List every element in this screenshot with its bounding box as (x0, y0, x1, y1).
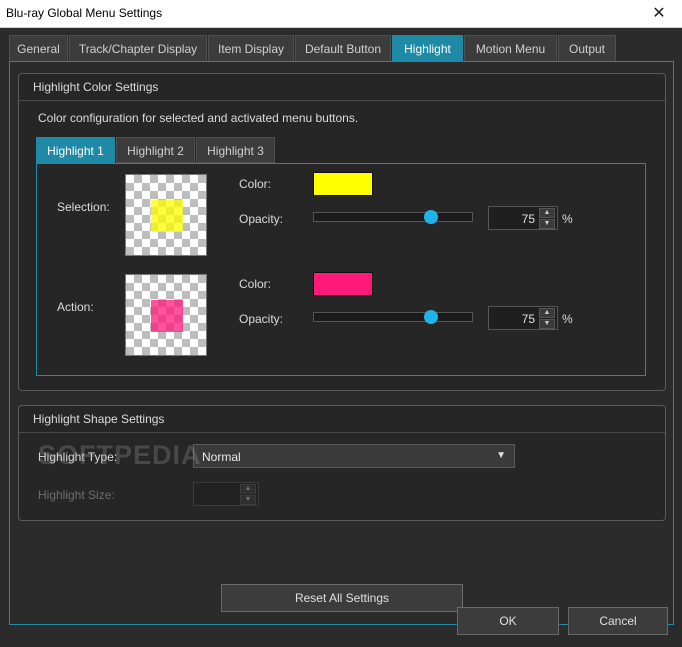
arrow-up-icon[interactable]: ▲ (539, 308, 555, 318)
tab-output[interactable]: Output (558, 35, 616, 61)
selection-opacity-slider[interactable] (313, 210, 473, 224)
action-preview-swatch (151, 300, 183, 332)
slider-thumb[interactable] (423, 310, 438, 324)
action-opacity-value[interactable]: 75 (522, 312, 535, 326)
divider (19, 100, 665, 101)
action-color-label: Color: (239, 277, 272, 291)
dialog-body: General Track/Chapter Display Item Displ… (1, 28, 681, 646)
highlight-size-label: Highlight Size: (38, 488, 115, 502)
cancel-button[interactable]: Cancel (568, 607, 668, 635)
arrow-up-icon[interactable]: ▲ (240, 484, 256, 494)
selection-label: Selection: (57, 200, 110, 214)
selection-opacity-spinbox[interactable]: 75 ▲ ▼ (488, 206, 558, 230)
action-opacity-spinbox[interactable]: 75 ▲ ▼ (488, 306, 558, 330)
chevron-down-icon[interactable]: ▼ (496, 450, 506, 461)
subtab-highlight-3[interactable]: Highlight 3 (196, 137, 275, 163)
highlight-tab-panel: Highlight Color Settings Color configura… (9, 61, 674, 625)
highlight-type-value: Normal (202, 450, 241, 464)
action-opacity-label: Opacity: (239, 312, 284, 326)
action-preview (125, 274, 207, 356)
close-icon[interactable]: ✕ (636, 0, 682, 27)
tab-default-button[interactable]: Default Button (295, 35, 391, 61)
divider (19, 432, 665, 433)
tab-motion-menu[interactable]: Motion Menu (464, 35, 557, 61)
selection-preview (125, 174, 207, 256)
selection-opacity-label: Opacity: (239, 212, 284, 226)
highlight-color-group: Highlight Color Settings Color configura… (18, 73, 666, 391)
ok-button[interactable]: OK (457, 607, 559, 635)
action-opacity-slider[interactable] (313, 310, 473, 324)
selection-opacity-value[interactable]: 75 (522, 212, 535, 226)
subtab-highlight-2[interactable]: Highlight 2 (116, 137, 195, 163)
group-title: Highlight Shape Settings (33, 412, 165, 426)
subtab-highlight-1[interactable]: Highlight 1 (36, 137, 115, 163)
slider-thumb[interactable] (423, 210, 438, 224)
group-title: Highlight Color Settings (33, 80, 159, 94)
softpedia-watermark: SOFTPEDIA (38, 440, 202, 470)
tab-general[interactable]: General (9, 35, 68, 61)
tab-highlight[interactable]: Highlight (392, 35, 463, 61)
percent-unit: % (562, 212, 573, 226)
reset-all-settings-button[interactable]: Reset All Settings (221, 584, 463, 612)
highlight-type-dropdown[interactable]: Normal ▼ (193, 444, 515, 468)
tab-track-chapter-display[interactable]: Track/Chapter Display (69, 35, 207, 61)
description-text: Color configuration for selected and act… (38, 111, 359, 125)
arrow-down-icon[interactable]: ▼ (539, 319, 555, 329)
arrow-down-icon[interactable]: ▼ (240, 495, 256, 505)
tab-item-display[interactable]: Item Display (208, 35, 294, 61)
highlight-size-spinbox[interactable]: ▲ ▼ (193, 482, 259, 506)
arrow-up-icon[interactable]: ▲ (539, 208, 555, 218)
title-bar: Blu-ray Global Menu Settings ✕ (0, 0, 682, 28)
action-color-swatch[interactable] (313, 272, 373, 296)
arrow-down-icon[interactable]: ▼ (539, 219, 555, 229)
highlight-1-panel: Selection: Color: Opacity: 75 ▲ ▼ % Acti… (36, 163, 646, 376)
selection-color-swatch[interactable] (313, 172, 373, 196)
window-title: Blu-ray Global Menu Settings (6, 6, 163, 20)
selection-color-label: Color: (239, 177, 272, 191)
percent-unit: % (562, 312, 573, 326)
selection-preview-swatch (151, 200, 183, 232)
action-label: Action: (57, 300, 94, 314)
